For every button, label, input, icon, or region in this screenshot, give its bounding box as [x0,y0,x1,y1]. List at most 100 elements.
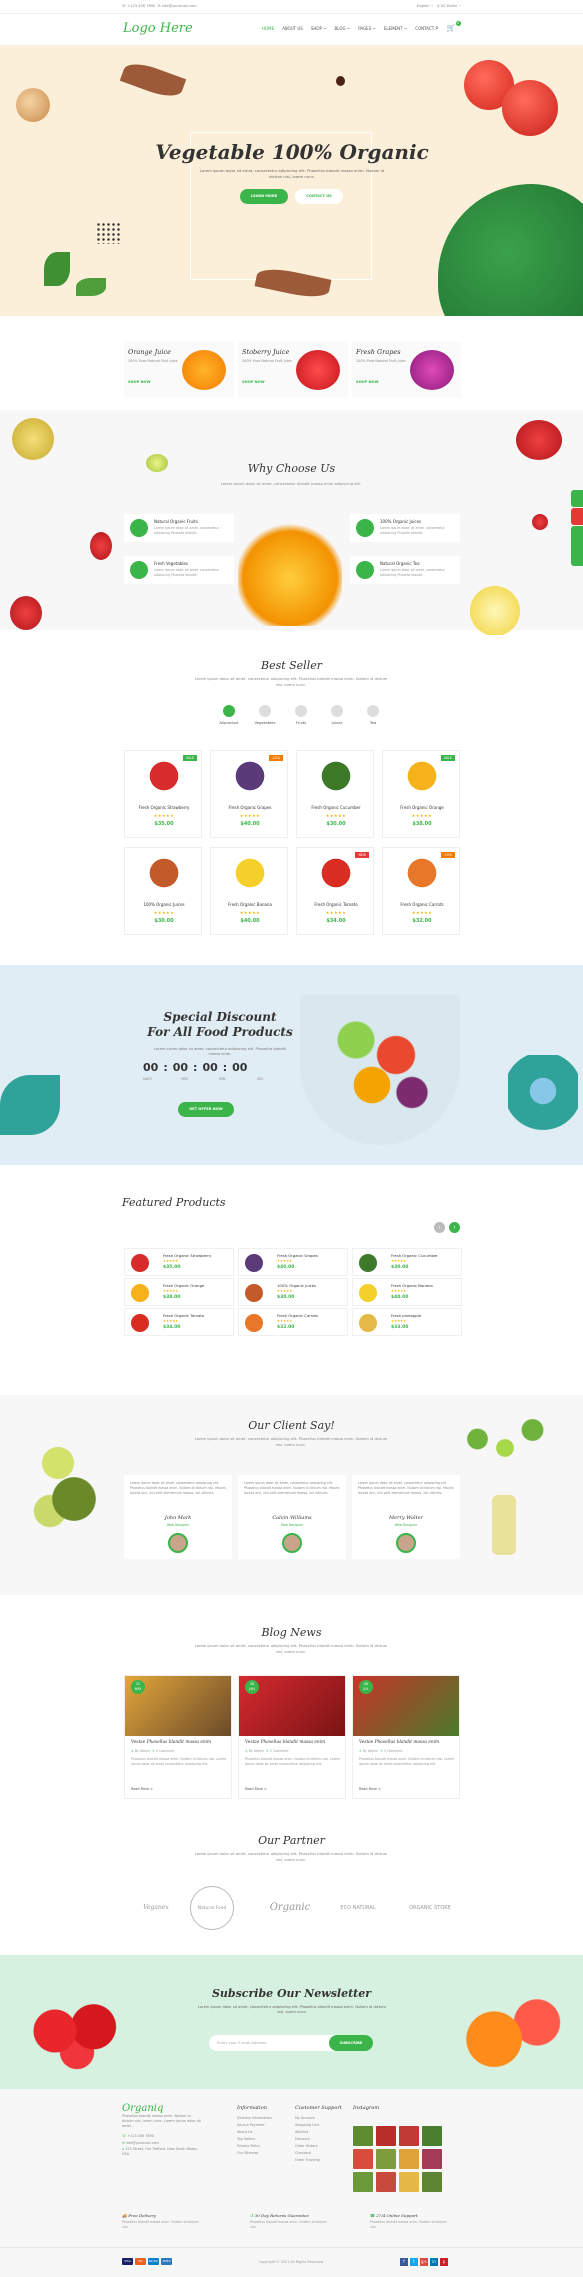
footer-link[interactable]: Discount [295,2136,342,2143]
nav-pages[interactable]: PAGES ~ [358,26,376,31]
instagram-photo[interactable] [399,2172,419,2192]
partner-logo[interactable]: Organic [258,1890,322,1926]
partner-logo[interactable]: Natural Food [190,1886,234,1930]
subscribe-button[interactable]: SUBSCRIBE [329,2035,373,2051]
featured-item[interactable]: Fresh Organic Orange ★★★★★ $38.00 [124,1278,234,1306]
learn-more-button[interactable]: LEARN MORE [240,189,288,204]
search-icon[interactable]: ⌕ [435,24,439,33]
juice-card[interactable]: Orange Juice 100% Pure Natural Fruit Jui… [124,342,234,398]
nav-about[interactable]: ABOUT US [282,26,303,31]
footer-link[interactable]: Checkout [295,2150,342,2157]
blog-title[interactable]: Vestae Phasellus blandit massa enim [245,1740,345,1745]
currency-select[interactable]: $ US Dollar ~ [437,4,461,8]
read-more-link[interactable]: Read More > [131,1787,153,1791]
partner-logo[interactable]: ORGANIC STORE [398,1890,462,1926]
tab-fruits[interactable]: Fruits [290,705,312,725]
instagram-photo[interactable] [376,2172,396,2192]
blog-card[interactable]: 22 MAY Vestae Phasellus blandit massa enim… [124,1675,232,1799]
shop-now-link[interactable]: SHOP NOW [356,380,379,384]
blog-title[interactable]: Vestae Phasellus blandit massa enim [131,1740,231,1745]
facebook-icon[interactable]: f [400,2258,408,2266]
blog-card[interactable]: 08 JUL Vestae Phasellus blandit massa enim… [352,1675,460,1799]
featured-item[interactable]: Fresh Organic Cucumber ★★★★★ $30.00 [352,1248,462,1276]
nav-contact[interactable]: CONTACT [415,26,434,31]
blog-card[interactable]: 28 JUN Vestae Phasellus blandit massa enim… [238,1675,346,1799]
pinterest-icon[interactable]: p [440,2258,448,2266]
chevron-left-icon[interactable]: ‹ [434,1222,445,1233]
tab-allproduct[interactable]: Allproduct [218,705,240,725]
footer-link[interactable]: Shopping Cart [295,2122,342,2129]
footer-logo[interactable]: Organiq [122,2104,202,2114]
read-more-link[interactable]: Read More > [359,1787,381,1791]
nav-blog[interactable]: BLOG ~ [335,26,351,31]
email-text[interactable]: info@yourmail.com [126,2141,159,2145]
featured-item[interactable]: Fresh Organic Strawberry ★★★★★ $35.00 [124,1248,234,1276]
footer-link[interactable]: Order History [295,2143,342,2150]
juice-card[interactable]: Fresh Grapes 100% Pure Natural Fruit Jui… [352,342,462,398]
product-card[interactable]: SALE Fresh Organic Orange ★★★★★ $38.00 [382,750,460,838]
instagram-photo[interactable] [376,2126,396,2146]
shop-now-link[interactable]: SHOP NOW [128,380,151,384]
footer-link[interactable]: Top Sellers [237,2136,272,2143]
logo[interactable]: Logo Here [123,21,193,36]
google-plus-icon[interactable]: g+ [420,2258,428,2266]
partner-logo[interactable]: ECO NATURAL [326,1890,390,1926]
read-more-link[interactable]: Read More > [245,1787,267,1791]
product-card[interactable]: -15% Fresh Organic Carrots ★★★★★ $32.00 [382,847,460,935]
instagram-photo[interactable] [399,2149,419,2169]
chevron-right-icon[interactable]: › [449,1222,460,1233]
featured-item[interactable]: Fresh Organic Grapes ★★★★★ $40.00 [238,1248,348,1276]
footer-link[interactable]: Our Sitemap [237,2150,272,2157]
partner-logo[interactable]: Veganex [124,1890,188,1926]
get-offer-button[interactable]: GET OFFER NOW [178,1102,234,1117]
instagram-photo[interactable] [422,2172,442,2192]
footer-link[interactable]: Delivery Information [237,2115,272,2122]
nav-element[interactable]: ELEMENT ~ [384,26,407,31]
twitter-icon[interactable]: t [410,2258,418,2266]
nav-shop[interactable]: SHOP ~ [311,26,327,31]
juice-card[interactable]: Stoberry Juice 100% Pure Natural Fruit J… [238,342,348,398]
product-name: Fresh Organic Orange [400,805,444,810]
star-rating: ★★★★★ [411,813,433,818]
tab-vegetables[interactable]: Vegetables [254,705,276,725]
footer-link[interactable]: Order Tracking [295,2157,342,2164]
footer-link[interactable]: My Account [295,2115,342,2122]
product-card[interactable]: Fresh Organic Banana ★★★★★ $40.00 [210,847,288,935]
tea-icon [356,561,374,579]
product-card[interactable]: 100% Organic Juices ★★★★★ $30.00 [124,847,202,935]
email-text[interactable]: info@yourmail.com [162,4,197,8]
cart-icon[interactable]: 🛒 0 [447,21,461,33]
instagram-photo[interactable] [376,2149,396,2169]
product-card[interactable]: Fresh Organic Cucumber ★★★★★ $30.00 [296,750,374,838]
instagram-photo[interactable] [399,2126,419,2146]
shop-now-link[interactable]: SHOP NOW [242,380,265,384]
featured-item[interactable]: 100% Organic Juices ★★★★★ $30.00 [238,1278,348,1306]
language-select[interactable]: English ~ [417,4,434,8]
footer-link[interactable]: Secure Payment [237,2122,272,2129]
featured-item[interactable]: Fresh Organic Carrots ★★★★★ $32.00 [238,1308,348,1336]
featured-item[interactable]: Fresh Organic Banana ★★★★★ $40.00 [352,1278,462,1306]
product-card[interactable]: SALE Fresh Organic Strawberry ★★★★★ $35.00 [124,750,202,838]
instagram-photo[interactable] [353,2149,373,2169]
blog-title[interactable]: Vestae Phasellus blandit massa enim [359,1740,459,1745]
contact-us-button[interactable]: CONTACT US [295,189,343,204]
linkedin-icon[interactable]: in [430,2258,438,2266]
featured-item[interactable]: Fresh pineapple ★★★★★ $33.00 [352,1308,462,1336]
footer-link[interactable]: Privacy Policy [237,2143,272,2150]
instagram-photo[interactable] [422,2149,442,2169]
instagram-photo[interactable] [353,2172,373,2192]
nav-home[interactable]: HOME [262,26,274,31]
footer-link[interactable]: About Us [237,2129,272,2136]
tab-tea[interactable]: Tea [362,705,384,725]
section-subtitle: Lorem ipsum dolor sit amet, consectetur … [194,1644,388,1654]
instagram-photo[interactable] [422,2126,442,2146]
tab-juices[interactable]: Juices [326,705,348,725]
product-card[interactable]: -10% Fresh Organic Grapes ★★★★★ $40.00 [210,750,288,838]
side-cart-button[interactable] [571,508,583,525]
product-card[interactable]: NEW Fresh Organic Tomato ★★★★★ $34.00 [296,847,374,935]
footer-link[interactable]: Wishlist [295,2129,342,2136]
featured-item[interactable]: Fresh Organic Tomato ★★★★★ $34.00 [124,1308,234,1336]
side-settings-button[interactable] [571,490,583,507]
side-buy-button[interactable] [571,526,583,566]
instagram-photo[interactable] [353,2126,373,2146]
